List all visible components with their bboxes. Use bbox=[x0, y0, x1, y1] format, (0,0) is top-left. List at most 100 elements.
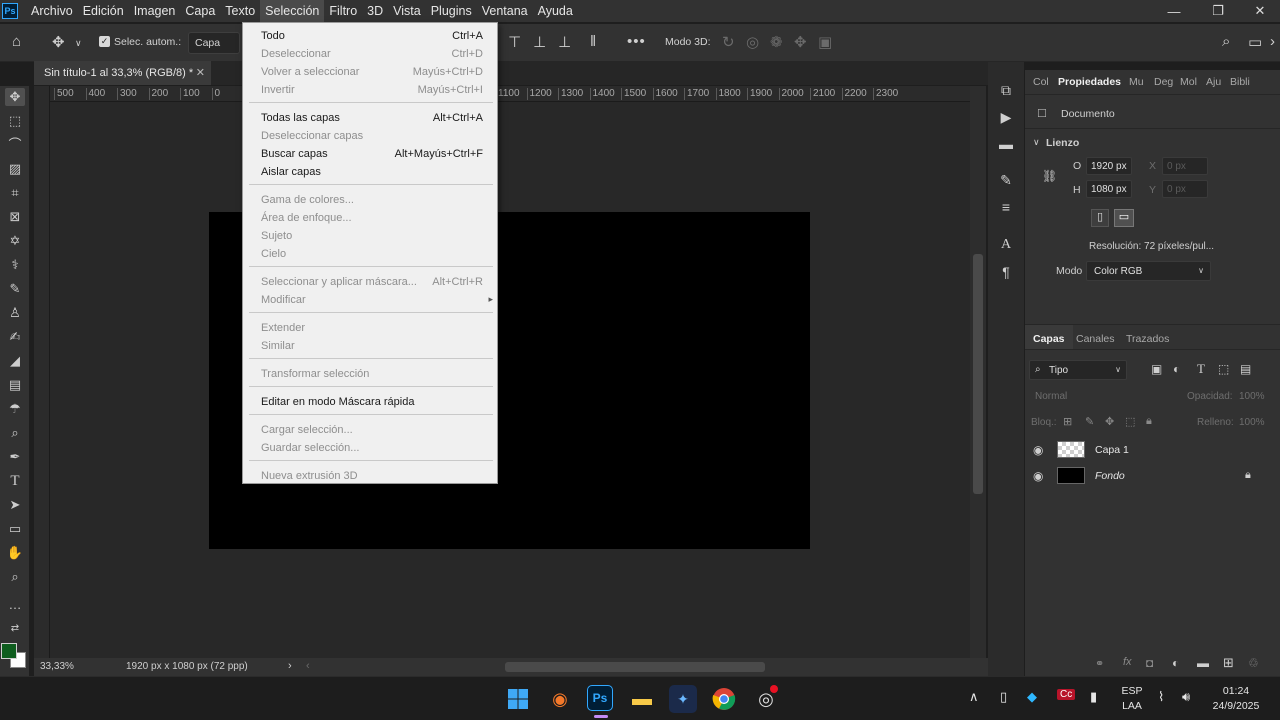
status-menu-arrow-icon[interactable]: › bbox=[288, 660, 292, 672]
layer-row[interactable]: ◉ Capa 1 bbox=[1025, 437, 1280, 463]
chevron-down-icon[interactable]: ∨ bbox=[1033, 137, 1040, 148]
chevron-down-icon[interactable]: ∨ bbox=[75, 38, 82, 49]
menu-item-gama-de-colores[interactable]: Gama de colores... bbox=[261, 191, 483, 209]
blender-icon[interactable]: ◉ bbox=[546, 685, 574, 713]
align-top-icon[interactable]: ⊤ bbox=[508, 33, 521, 51]
layer-row[interactable]: ◉ Fondo 🔒︎ bbox=[1025, 463, 1280, 489]
menu-item-sujeto[interactable]: Sujeto bbox=[261, 227, 483, 245]
chevron-up-icon[interactable]: ∧ bbox=[969, 689, 979, 705]
volume-icon[interactable]: 🔊︎ bbox=[1182, 689, 1190, 705]
menu-item-cargar-selección[interactable]: Cargar selección... bbox=[261, 421, 483, 439]
lock-artboard-icon[interactable]: ⬚ bbox=[1125, 415, 1135, 428]
document-tab[interactable]: Sin título-1 al 33,3% (RGB/8) * ✕ bbox=[34, 61, 211, 85]
auto-select-target-select[interactable]: Capa bbox=[188, 32, 240, 54]
windows-start-icon[interactable] bbox=[504, 685, 532, 713]
horizontal-scrollbar-thumb[interactable] bbox=[505, 662, 765, 672]
battery-icon[interactable]: ▯ bbox=[1000, 689, 1007, 705]
close-tab-icon[interactable]: ✕ bbox=[196, 66, 205, 79]
lock-all-icon[interactable]: 🔒︎ bbox=[1146, 415, 1152, 428]
type-tool-icon[interactable]: T bbox=[5, 472, 25, 490]
menu-edicion[interactable]: Edición bbox=[78, 0, 129, 22]
defender-shield-icon[interactable]: ◆ bbox=[1027, 689, 1037, 705]
blur-tool-icon[interactable]: ☂ bbox=[5, 400, 25, 418]
tab-swatches[interactable]: Mu bbox=[1129, 76, 1144, 88]
tab-channels[interactable]: Canales bbox=[1076, 333, 1115, 345]
zoom-level[interactable]: 33,33% bbox=[40, 661, 74, 672]
menu-capa[interactable]: Capa bbox=[180, 0, 220, 22]
link-icon[interactable]: ⛓ bbox=[1042, 169, 1057, 183]
path-select-tool-icon[interactable]: ➤ bbox=[5, 496, 25, 514]
tab-properties[interactable]: Propiedades bbox=[1058, 76, 1121, 88]
new-group-folder-icon[interactable]: ▬ bbox=[1197, 656, 1209, 670]
restore-icon[interactable]: ❐ bbox=[1196, 0, 1240, 22]
menu-vista[interactable]: Vista bbox=[388, 0, 426, 22]
menu-item-editar-en-modo-máscara-rápida[interactable]: Editar en modo Máscara rápida bbox=[261, 393, 483, 411]
file-explorer-icon[interactable]: ▬ bbox=[628, 685, 656, 713]
move-tool-icon[interactable]: ✥ bbox=[52, 33, 65, 51]
new-layer-icon[interactable]: ⊞ bbox=[1223, 655, 1234, 671]
eyedropper-tool-icon[interactable]: ✡ bbox=[5, 232, 25, 250]
menu-item-deseleccionar-capas[interactable]: Deseleccionar capas bbox=[261, 127, 483, 145]
tab-adjustments[interactable]: Aju bbox=[1206, 76, 1221, 88]
tab-paths[interactable]: Trazados bbox=[1126, 333, 1169, 345]
menu-item-todo[interactable]: Todo Ctrl+A bbox=[261, 27, 483, 45]
visibility-eye-icon[interactable]: ◉ bbox=[1033, 469, 1043, 483]
menu-archivo[interactable]: Archivo bbox=[26, 0, 78, 22]
character-panel-icon[interactable]: A bbox=[997, 237, 1015, 255]
lock-transparency-icon[interactable]: ⊞ bbox=[1063, 415, 1072, 428]
layer-mask-icon[interactable]: ◘ bbox=[1146, 656, 1153, 670]
distribute-icon[interactable]: ‖ bbox=[590, 33, 596, 50]
tab-gradients[interactable]: Deg bbox=[1154, 76, 1173, 88]
eraser-tool-icon[interactable]: ◢ bbox=[5, 352, 25, 370]
marquee-tool-icon[interactable]: ⬚ bbox=[5, 112, 25, 130]
photoshop-taskbar-icon[interactable]: Ps bbox=[587, 685, 613, 711]
menu-imagen[interactable]: Imagen bbox=[129, 0, 181, 22]
width-field[interactable]: 1920 px bbox=[1086, 157, 1132, 175]
tab-patterns[interactable]: Mol bbox=[1180, 76, 1197, 88]
object-select-tool-icon[interactable]: ▨ bbox=[5, 160, 25, 178]
adjustment-layer-icon[interactable]: ◐ bbox=[1172, 656, 1179, 670]
x-field[interactable]: 0 px bbox=[1162, 157, 1208, 175]
layer-filter-select[interactable]: ⌕ Tipo ∨ bbox=[1029, 360, 1127, 380]
align-bottom-icon[interactable]: ⊥ bbox=[558, 33, 571, 51]
filter-smart-object-icon[interactable]: ▤ bbox=[1240, 362, 1251, 376]
align-middle-icon[interactable]: ⊥ bbox=[533, 33, 546, 51]
menu-item-guardar-selección[interactable]: Guardar selección... bbox=[261, 439, 483, 457]
layer-lock-icon[interactable]: 🔒︎ bbox=[1245, 469, 1251, 482]
tab-layers[interactable]: Capas bbox=[1033, 333, 1065, 345]
vertical-scrollbar-thumb[interactable] bbox=[973, 254, 983, 494]
landscape-orientation-icon[interactable]: ▭ bbox=[1114, 209, 1134, 227]
menu-plugins[interactable]: Plugins bbox=[426, 0, 477, 22]
hand-tool-icon[interactable]: ✋ bbox=[5, 544, 25, 562]
adobe-cc-icon[interactable]: Cc bbox=[1057, 689, 1076, 700]
tab-color[interactable]: Col bbox=[1033, 76, 1049, 88]
microphone-icon[interactable]: ▮ bbox=[1090, 689, 1097, 705]
frame-tool-icon[interactable]: ⊠ bbox=[5, 208, 25, 226]
menu-item-seleccionar-y-aplicar-máscara[interactable]: Seleccionar y aplicar máscara... Alt+Ctrl… bbox=[261, 273, 483, 291]
menu-ayuda[interactable]: Ayuda bbox=[533, 0, 578, 22]
foreground-color-swatch[interactable] bbox=[1, 643, 17, 659]
menu-ventana[interactable]: Ventana bbox=[477, 0, 533, 22]
home-icon[interactable]: ⌂ bbox=[12, 33, 21, 50]
history-brush-tool-icon[interactable]: ✍ bbox=[5, 328, 25, 346]
close-icon[interactable]: ✕ bbox=[1238, 0, 1280, 22]
fill-value[interactable]: 100% bbox=[1239, 417, 1265, 428]
filter-pixel-icon[interactable]: ▣ bbox=[1151, 362, 1162, 376]
clock-time[interactable]: 01:24 bbox=[1206, 685, 1266, 697]
height-field[interactable]: 1080 px bbox=[1086, 180, 1132, 198]
brush-settings-icon[interactable]: ✎ bbox=[997, 172, 1015, 190]
menu-item-área-de-enfoque[interactable]: Área de enfoque... bbox=[261, 209, 483, 227]
menu-item-aislar-capas[interactable]: Aislar capas bbox=[261, 163, 483, 181]
actions-play-icon[interactable]: ▶ bbox=[997, 109, 1015, 127]
portrait-orientation-icon[interactable]: ▯ bbox=[1091, 209, 1109, 227]
gradient-tool-icon[interactable]: ▤ bbox=[5, 376, 25, 394]
search-icon[interactable]: ⌕ bbox=[1222, 33, 1230, 50]
menu-item-todas-las-capas[interactable]: Todas las capas Alt+Ctrl+A bbox=[261, 109, 483, 127]
filter-adjustment-icon[interactable]: ◐ bbox=[1173, 362, 1180, 376]
menu-item-volver-a-seleccionar[interactable]: Volver a seleccionar Mayús+Ctrl+D bbox=[261, 63, 483, 81]
menu-item-deseleccionar[interactable]: Deseleccionar Ctrl+D bbox=[261, 45, 483, 63]
workspace-icon[interactable]: ▭ bbox=[1248, 33, 1262, 51]
visibility-eye-icon[interactable]: ◉ bbox=[1033, 443, 1043, 457]
blend-mode-select[interactable]: Normal bbox=[1035, 391, 1067, 402]
y-field[interactable]: 0 px bbox=[1162, 180, 1208, 198]
